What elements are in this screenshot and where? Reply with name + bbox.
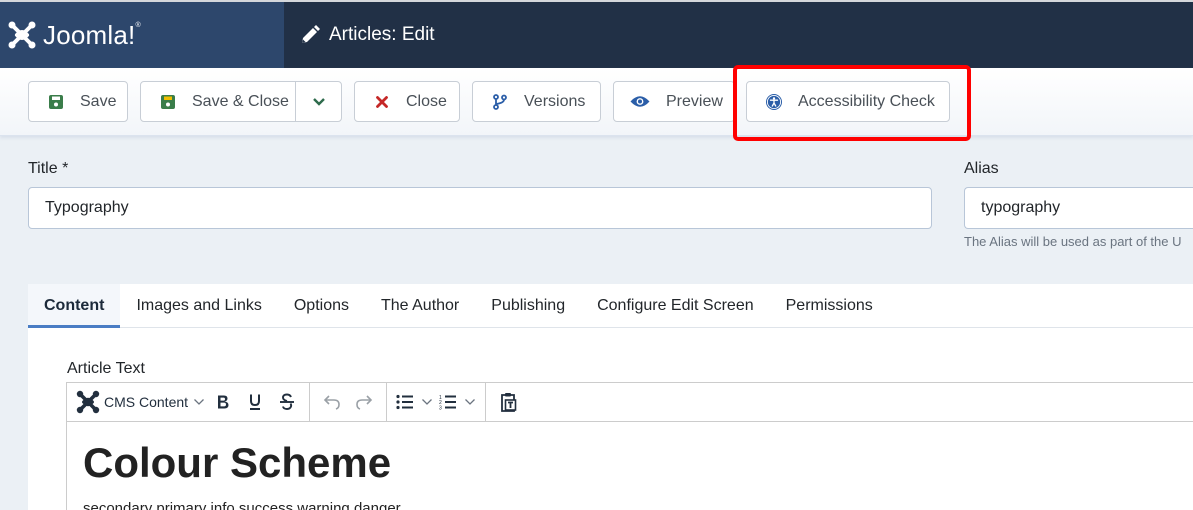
content-heading: Colour Scheme xyxy=(83,439,392,486)
save-icon xyxy=(48,94,64,110)
article-text-label: Article Text xyxy=(67,360,145,377)
tab-configure-edit-screen[interactable]: Configure Edit Screen xyxy=(581,284,770,328)
editor-toolbar: CMS Content 1 2 3 xyxy=(67,382,1193,422)
underline-icon xyxy=(250,394,261,410)
tab-images-and-links[interactable]: Images and Links xyxy=(120,284,277,328)
numbered-list-icon: 123 xyxy=(439,395,457,411)
save-label: Save xyxy=(80,92,117,110)
strikethrough-button[interactable] xyxy=(274,387,300,417)
save-close-button[interactable]: Save & Close xyxy=(192,93,289,111)
pencil-icon xyxy=(302,25,320,43)
tab-permissions[interactable]: Permissions xyxy=(770,284,889,328)
alias-input[interactable]: typography xyxy=(964,187,1193,229)
save-close-button-group: Save & Close xyxy=(140,81,342,122)
close-icon xyxy=(374,94,390,110)
chevron-down-icon xyxy=(422,399,433,405)
alias-label: Alias xyxy=(964,160,999,177)
redo-button[interactable] xyxy=(351,387,377,417)
cms-content-label: CMS Content xyxy=(104,394,189,410)
rich-text-editor: CMS Content 1 2 3 Colour Scheme secondar… xyxy=(66,382,1193,510)
tab-content[interactable]: Content xyxy=(28,284,121,328)
close-button[interactable]: Close xyxy=(354,81,460,122)
tab-publishing[interactable]: Publishing xyxy=(475,284,581,328)
tab-the-author[interactable]: The Author xyxy=(365,284,475,328)
brand[interactable]: Joomla!® xyxy=(0,2,284,68)
save-button[interactable]: Save xyxy=(28,81,128,122)
underline-button[interactable] xyxy=(242,387,268,417)
chevron-down-icon xyxy=(465,399,476,405)
editor-content-area[interactable]: Colour Scheme secondary primary info suc… xyxy=(67,422,1193,510)
joomla-logo-icon xyxy=(76,390,100,414)
action-toolbar: Save Save & Close Close Versions Preview xyxy=(0,68,1193,136)
paste-as-text-icon xyxy=(501,393,517,412)
alias-help-text: The Alias will be used as part of the U xyxy=(964,234,1182,249)
joomla-logo-icon xyxy=(8,21,36,49)
tab-options[interactable]: Options xyxy=(278,284,365,328)
page-title-text: Articles: Edit xyxy=(329,24,435,45)
bullet-list-icon xyxy=(396,394,414,410)
preview-button[interactable]: Preview xyxy=(613,81,735,122)
undo-icon xyxy=(323,395,340,410)
joomla-cms-content-button[interactable]: CMS Content xyxy=(76,387,205,417)
brand-name: Joomla!® xyxy=(43,19,141,50)
cms-content-menu: CMS Content xyxy=(104,394,205,410)
code-branch-icon xyxy=(492,93,508,110)
bullet-list-button[interactable] xyxy=(396,387,433,417)
chevron-down-icon xyxy=(313,97,325,106)
numbered-list-button[interactable]: 123 xyxy=(439,387,476,417)
content-paragraph: secondary primary info success warning d… xyxy=(83,500,401,510)
close-label: Close xyxy=(406,92,447,110)
chevron-down-icon xyxy=(194,399,205,405)
accessibility-check-label: Accessibility Check xyxy=(798,92,935,110)
eye-icon xyxy=(630,94,650,110)
admin-header: Joomla!® Articles: Edit xyxy=(0,2,1193,68)
preview-label: Preview xyxy=(666,92,723,110)
article-edit-card: Content Images and Links Options The Aut… xyxy=(28,284,1193,510)
strikethrough-icon xyxy=(280,393,295,410)
versions-button[interactable]: Versions xyxy=(472,81,601,122)
accessibility-check-button[interactable]: Accessibility Check xyxy=(746,81,950,122)
save-icon[interactable] xyxy=(160,94,176,110)
paste-as-text-button[interactable] xyxy=(495,387,521,417)
redo-icon xyxy=(356,395,373,410)
bold-button[interactable] xyxy=(210,387,236,417)
tab-list: Content Images and Links Options The Aut… xyxy=(28,284,1193,328)
page-title: Articles: Edit xyxy=(284,2,435,68)
save-options-dropdown-toggle[interactable] xyxy=(296,82,342,121)
title-input[interactable]: Typography xyxy=(28,187,932,229)
universal-access-icon xyxy=(766,93,782,110)
bold-icon xyxy=(218,395,229,409)
svg-text:3: 3 xyxy=(439,406,442,411)
versions-label: Versions xyxy=(524,92,586,110)
undo-button[interactable] xyxy=(319,387,345,417)
title-label: Title * xyxy=(28,160,69,177)
